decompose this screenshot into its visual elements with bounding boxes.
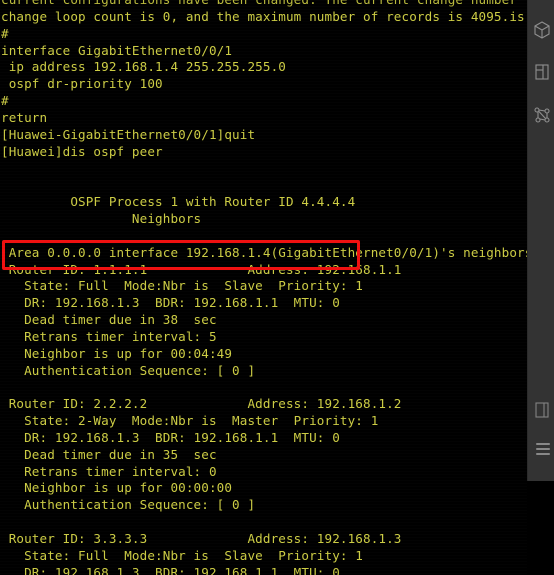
terminal-line: #	[1, 25, 9, 41]
terminal-line: Router ID: 3.3.3.3 Address: 192.168.1.3	[1, 531, 402, 546]
terminal-line: DR: 192.168.1.3 BDR: 192.168.1.1 MTU: 0	[1, 295, 340, 311]
docs-icon[interactable]	[532, 62, 552, 82]
terminal-line: #	[1, 93, 9, 109]
terminal-line: DR: 192.168.1.3 BDR: 192.168.1.1 MTU: 0	[1, 429, 340, 445]
cube-icon[interactable]	[532, 20, 552, 40]
terminal-line: Neighbor is up for 00:00:00	[1, 480, 233, 496]
menu-bar	[536, 448, 550, 450]
terminal-line: Authentication Sequence: [ 0 ]	[1, 497, 256, 513]
menu-bar	[536, 453, 550, 455]
nodes-icon[interactable]	[532, 105, 552, 125]
menu-bar	[536, 443, 550, 445]
terminal-line: ip address 192.168.1.4 255.255.255.0	[1, 59, 286, 75]
terminal-line: Router ID: 2.2.2.2 Address: 192.168.1.2	[1, 396, 402, 412]
terminal-line: Neighbors	[1, 210, 202, 226]
right-sidebar[interactable]	[527, 0, 554, 481]
terminal-line: Router ID: 1.1.1.1 Address: 192.168.1.1	[1, 261, 402, 277]
terminal-line: State: 2-Way Mode:Nbr is Master Priority…	[1, 413, 379, 429]
terminal-line: State: Full Mode:Nbr is Slave Priority: …	[1, 547, 363, 563]
terminal-line: Dead timer due in 35 sec	[1, 446, 217, 462]
terminal-line: Dead timer due in 38 sec	[1, 312, 217, 328]
terminal-line: Authentication Sequence: [ 0 ]	[1, 362, 256, 378]
terminal-output: current configurations have been changed…	[0, 0, 527, 575]
terminal-line: [Huawei]dis ospf peer	[1, 143, 163, 159]
terminal-line: current configurations have been changed…	[0, 0, 527, 9]
sidebar-lower-area	[527, 481, 554, 575]
terminal-line: Area 0.0.0.0 interface 192.168.1.4(Gigab…	[1, 244, 527, 260]
terminal-line: [Huawei-GigabitEthernet0/0/1]quit	[1, 126, 256, 142]
terminal-line: Retrans timer interval: 0	[1, 463, 217, 479]
terminal-line: interface GigabitEthernet0/0/1	[1, 42, 233, 58]
terminal-line: OSPF Process 1 with Router ID 4.4.4.4	[1, 194, 356, 210]
panel-icon[interactable]	[532, 400, 552, 420]
terminal-line: change loop count is 0, and the maximum …	[1, 8, 527, 24]
terminal-line: return	[1, 109, 48, 125]
terminal-window[interactable]: current configurations have been changed…	[0, 0, 527, 575]
terminal-line: State: Full Mode:Nbr is Slave Priority: …	[1, 278, 363, 294]
terminal-line: Neighbor is up for 00:04:49	[1, 345, 233, 361]
terminal-line: DR: 192.168.1.3 BDR: 192.168.1.1 MTU: 0	[1, 564, 340, 575]
screen: current configurations have been changed…	[0, 0, 554, 575]
menu-icon[interactable]	[536, 443, 550, 455]
terminal-line: ospf dr-priority 100	[1, 76, 163, 92]
terminal-line: Retrans timer interval: 5	[1, 328, 217, 344]
